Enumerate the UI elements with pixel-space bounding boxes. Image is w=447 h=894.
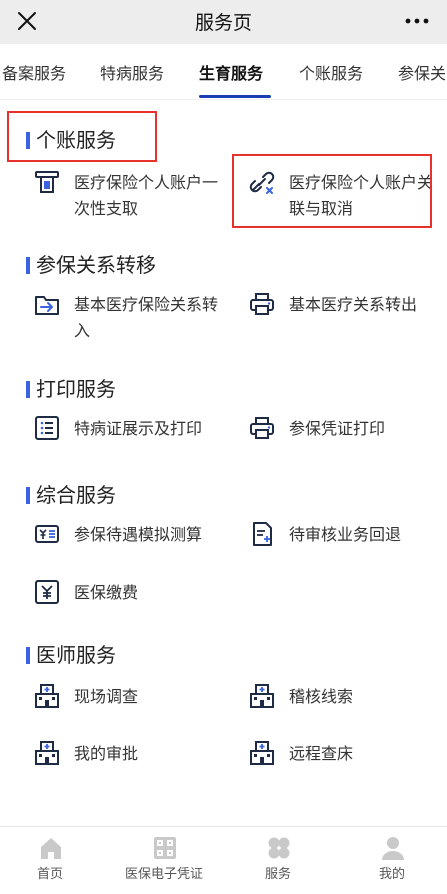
hospital-icon bbox=[250, 741, 274, 765]
item-label: 基本医疗关系转出 bbox=[289, 295, 418, 314]
item-label: 远程查床 bbox=[289, 744, 354, 763]
tab-special-disease-service[interactable]: 特病服务 bbox=[100, 60, 164, 84]
top-navbar: 服务页 bbox=[0, 0, 447, 44]
section-marker bbox=[26, 381, 30, 398]
item-audit-clues[interactable]: 稽核线索 bbox=[249, 683, 439, 713]
section-marker bbox=[26, 487, 30, 504]
section-title-text: 综合服务 bbox=[36, 483, 116, 507]
hospital-icon bbox=[35, 741, 59, 765]
item-account-link-cancel[interactable]: 医疗保险个人账户关联与取消 bbox=[249, 169, 439, 223]
item-label: 我的审批 bbox=[74, 744, 139, 763]
section-title-text: 医师服务 bbox=[36, 643, 116, 667]
section-title-insurance-transfer: 参保关系转移 bbox=[26, 249, 156, 278]
item-label: 待审核业务回退 bbox=[289, 525, 402, 544]
section-marker bbox=[26, 257, 30, 274]
section-title-print-service: 打印服务 bbox=[26, 373, 116, 402]
item-label: 医疗保险个人账户关联与取消 bbox=[289, 173, 434, 218]
yuan-card-icon bbox=[35, 525, 59, 543]
bottom-tabbar: 首页 医保电子凭证 服务 我的 bbox=[0, 826, 447, 894]
section-title-physician-service: 医师服务 bbox=[26, 639, 116, 668]
item-benefit-simulation[interactable]: 参保待遇模拟测算 bbox=[34, 521, 224, 551]
section-title-text: 打印服务 bbox=[36, 377, 116, 401]
item-insurance-certificate-print[interactable]: 参保凭证打印 bbox=[249, 415, 439, 445]
tab-insurance-relation[interactable]: 参保关 bbox=[398, 60, 446, 84]
tabbar-item-home[interactable]: 首页 bbox=[0, 827, 106, 894]
qr-code-icon bbox=[154, 837, 176, 859]
section-title-general-service: 综合服务 bbox=[26, 479, 116, 508]
withdraw-icon bbox=[35, 171, 59, 193]
tabbar-label: 首页 bbox=[36, 867, 63, 882]
item-basic-insurance-transfer-in[interactable]: 基本医疗保险关系转入 bbox=[34, 291, 224, 345]
item-label: 参保待遇模拟测算 bbox=[74, 525, 203, 544]
tab-filing-service[interactable]: 备案服务 bbox=[2, 60, 66, 84]
more-icon[interactable] bbox=[405, 18, 429, 24]
item-pending-review-rollback[interactable]: 待审核业务回退 bbox=[249, 521, 439, 551]
item-label: 医保缴费 bbox=[74, 583, 139, 602]
item-label: 医疗保险个人账户一次性支取 bbox=[74, 173, 219, 218]
item-my-approvals[interactable]: 我的审批 bbox=[34, 740, 224, 770]
services-icon bbox=[268, 837, 290, 859]
home-icon bbox=[41, 838, 61, 859]
section-title-personal-account: 个账服务 bbox=[26, 124, 116, 153]
link-cancel-icon bbox=[249, 171, 275, 194]
list-icon bbox=[35, 416, 59, 440]
section-marker bbox=[26, 647, 30, 664]
document-icon bbox=[253, 522, 272, 546]
item-label: 参保凭证打印 bbox=[289, 419, 386, 438]
item-special-disease-print[interactable]: 特病证展示及打印 bbox=[34, 415, 224, 445]
section-title-text: 参保关系转移 bbox=[36, 253, 156, 277]
tabbar-label: 服务 bbox=[264, 867, 291, 882]
printer-icon bbox=[250, 293, 274, 315]
tabbar-item-services[interactable]: 服务 bbox=[222, 827, 334, 894]
active-tab-indicator bbox=[199, 95, 271, 98]
page-title: 服务页 bbox=[194, 12, 252, 34]
transfer-in-icon bbox=[35, 296, 59, 315]
section-title-text: 个账服务 bbox=[36, 128, 116, 152]
tabbar-label: 医保电子凭证 bbox=[124, 867, 203, 882]
item-account-one-time-withdrawal[interactable]: 医疗保险个人账户一次性支取 bbox=[34, 169, 224, 223]
tab-maternity-service[interactable]: 生育服务 bbox=[199, 60, 263, 84]
user-icon bbox=[382, 837, 404, 860]
tabbar-label: 我的 bbox=[378, 867, 405, 882]
item-label: 稽核线索 bbox=[289, 687, 354, 706]
section-marker bbox=[26, 132, 30, 149]
tabbar-item-mine[interactable]: 我的 bbox=[336, 827, 447, 894]
category-tabs: 备案服务 特病服务 生育服务 个账服务 参保关 bbox=[0, 44, 447, 100]
item-remote-bed-check[interactable]: 远程查床 bbox=[249, 740, 439, 770]
hospital-icon bbox=[250, 684, 274, 708]
item-basic-medical-transfer-out[interactable]: 基本医疗关系转出 bbox=[249, 291, 439, 321]
tabbar-item-e-voucher[interactable]: 医保电子凭证 bbox=[108, 827, 220, 894]
item-label: 基本医疗保险关系转入 bbox=[74, 295, 219, 340]
item-onsite-investigation[interactable]: 现场调查 bbox=[34, 683, 224, 713]
yuan-box-icon bbox=[35, 580, 59, 604]
tab-personal-account-service[interactable]: 个账服务 bbox=[299, 60, 363, 84]
printer-icon bbox=[250, 417, 274, 439]
item-insurance-payment[interactable]: 医保缴费 bbox=[34, 579, 224, 609]
item-label: 现场调查 bbox=[74, 687, 139, 706]
item-label: 特病证展示及打印 bbox=[74, 419, 203, 438]
hospital-icon bbox=[35, 684, 59, 708]
